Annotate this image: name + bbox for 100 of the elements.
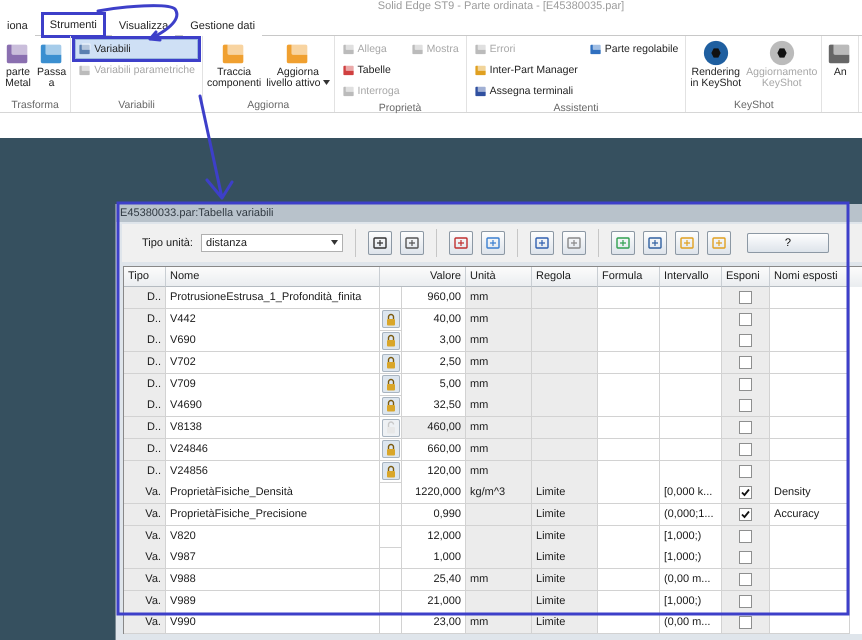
table-cell: 0,990 bbox=[402, 504, 466, 526]
toolbar-button[interactable] bbox=[642, 231, 667, 255]
table-cell: ProprietàFisiche_Precisione bbox=[166, 504, 380, 526]
checkbox[interactable] bbox=[739, 312, 752, 326]
table-cell bbox=[598, 352, 660, 374]
table-cell: 660,00 bbox=[402, 438, 466, 461]
checkbox[interactable] bbox=[739, 616, 752, 630]
ribbon-button[interactable]: Inter-Part Manager bbox=[470, 60, 581, 80]
table-cell: D.. bbox=[124, 417, 166, 440]
toolbar-button[interactable] bbox=[400, 231, 424, 255]
table-cell: 2,50 bbox=[402, 352, 466, 374]
toolbar-button[interactable] bbox=[368, 231, 392, 255]
table-cell: V702 bbox=[166, 352, 380, 374]
table-cell bbox=[598, 330, 660, 352]
lock-icon bbox=[386, 378, 396, 391]
table-cell: mm bbox=[466, 374, 532, 396]
help-button[interactable]: ? bbox=[746, 233, 829, 253]
table-cell: (0,000;1... bbox=[660, 504, 722, 526]
ribbon-button[interactable]: Traccia componenti bbox=[206, 39, 262, 89]
table-cell: V988 bbox=[166, 568, 380, 591]
table-cell: mm bbox=[466, 460, 532, 482]
table-cell: V24846 bbox=[166, 438, 380, 461]
table-cell bbox=[598, 504, 660, 526]
table-cell: mm bbox=[466, 287, 532, 309]
table-cell: D.. bbox=[124, 438, 166, 461]
table-cell: D.. bbox=[124, 308, 166, 331]
group-label: KeyShot bbox=[732, 98, 775, 112]
table-cell bbox=[598, 568, 660, 591]
table-cell bbox=[598, 417, 660, 440]
checkbox[interactable] bbox=[739, 421, 752, 434]
checkbox[interactable] bbox=[739, 572, 752, 586]
table-cell: mm bbox=[466, 395, 532, 418]
table-cell bbox=[532, 330, 598, 352]
table-cell: mm bbox=[466, 568, 532, 591]
table-cell: Va. bbox=[124, 526, 166, 548]
ribbon-button[interactable]: Tabelle bbox=[338, 60, 403, 80]
checkbox[interactable] bbox=[739, 551, 752, 564]
table-cell: Density bbox=[770, 482, 850, 504]
table-cell: mm bbox=[466, 352, 532, 374]
table-cell bbox=[598, 482, 660, 504]
toolbar-button[interactable] bbox=[448, 231, 473, 255]
ribbon-button[interactable]: Passa a bbox=[37, 39, 66, 89]
group-label: Variabili bbox=[117, 98, 156, 112]
ribbon-button[interactable]: parte Metal bbox=[4, 39, 32, 89]
table-cell bbox=[532, 352, 598, 374]
table-cell: V987 bbox=[166, 547, 380, 570]
table-cell: 460,00 bbox=[402, 417, 466, 440]
checkbox[interactable] bbox=[739, 399, 752, 412]
table-cell bbox=[532, 308, 598, 331]
ribbon-button[interactable]: Rendering in KeyShot bbox=[690, 39, 742, 89]
table-cell: 25,40 bbox=[402, 568, 466, 591]
checkbox[interactable] bbox=[739, 594, 752, 608]
table-cell: Limite bbox=[532, 504, 598, 526]
toolbar-button[interactable] bbox=[530, 231, 554, 255]
table-cell bbox=[598, 395, 660, 418]
table-cell: mm bbox=[466, 438, 532, 461]
table-cell: (0,00 m... bbox=[660, 568, 722, 591]
checkbox[interactable] bbox=[739, 486, 752, 500]
table-cell: V8138 bbox=[166, 417, 380, 440]
table-cell: Va. bbox=[124, 504, 166, 526]
table-cell: [0,000 k... bbox=[660, 482, 722, 504]
ribbon-button[interactable]: Variabili bbox=[75, 39, 198, 59]
checkbox[interactable] bbox=[739, 464, 752, 478]
ribbon-button[interactable]: Assegna terminali bbox=[470, 81, 581, 101]
checkbox[interactable] bbox=[739, 356, 752, 370]
checkbox[interactable] bbox=[739, 378, 752, 391]
caret-icon bbox=[330, 240, 338, 245]
table-cell bbox=[598, 438, 660, 461]
ribbon-button[interactable]: An bbox=[826, 39, 854, 78]
lock-icon bbox=[386, 442, 396, 456]
unit-type-dropdown[interactable]: distanza bbox=[200, 234, 343, 252]
table-cell bbox=[532, 438, 598, 461]
check-icon bbox=[741, 510, 750, 519]
group-label: Aggiorna bbox=[246, 98, 290, 112]
table-cell: D.. bbox=[124, 352, 166, 374]
lock-icon bbox=[386, 464, 396, 478]
table-cell bbox=[532, 395, 598, 418]
ribbon-button[interactable]: Aggiorna livello attivo bbox=[266, 39, 330, 89]
table-cell bbox=[466, 526, 532, 548]
check-icon bbox=[741, 488, 750, 498]
table-cell: mm bbox=[466, 417, 532, 440]
table-cell: Limite bbox=[532, 568, 598, 591]
table-cell bbox=[598, 287, 660, 309]
checkbox[interactable] bbox=[739, 530, 752, 543]
table-cell bbox=[532, 417, 598, 440]
checkbox[interactable] bbox=[739, 508, 752, 521]
table-cell: D.. bbox=[124, 374, 166, 396]
table-cell: ProtrusioneEstrusa_1_Profondità_finita bbox=[166, 287, 380, 309]
table-cell: mm bbox=[466, 330, 532, 352]
checkbox[interactable] bbox=[739, 442, 752, 456]
table-cell: mm bbox=[466, 308, 532, 331]
table-cell: D.. bbox=[124, 395, 166, 418]
ribbon-tab[interactable]: Strumenti bbox=[42, 14, 104, 36]
group-label: Assistenti bbox=[552, 101, 600, 115]
table-cell bbox=[532, 460, 598, 482]
checkbox[interactable] bbox=[739, 291, 752, 304]
checkbox[interactable] bbox=[739, 334, 752, 348]
lock-icon bbox=[386, 399, 396, 412]
ribbon-button[interactable]: Parte regolabile bbox=[586, 39, 682, 59]
table-cell bbox=[466, 504, 532, 526]
